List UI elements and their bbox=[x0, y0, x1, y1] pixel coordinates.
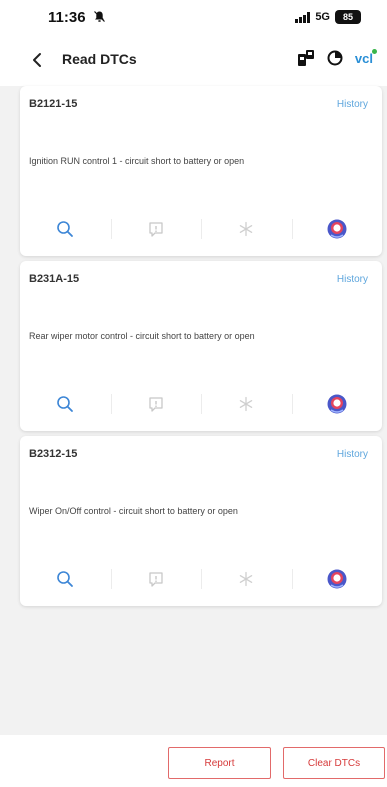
info-icon bbox=[149, 572, 163, 587]
assistant-icon bbox=[327, 219, 347, 239]
dtc-code: B2121-15 bbox=[29, 98, 78, 110]
history-link[interactable]: History bbox=[337, 99, 368, 110]
dtc-card: B2312-15 History Wiper On/Off control - … bbox=[20, 436, 382, 606]
assistant-icon bbox=[327, 394, 347, 414]
battery-icon: 85 bbox=[335, 10, 361, 24]
clear-dtcs-button[interactable]: Clear DTCs bbox=[283, 747, 385, 779]
history-link[interactable]: History bbox=[337, 449, 368, 460]
history-link[interactable]: History bbox=[337, 274, 368, 285]
freeze-frame-icon bbox=[240, 221, 253, 237]
assistant-button[interactable] bbox=[291, 564, 383, 594]
page-title: Read DTCs bbox=[62, 51, 137, 67]
search-icon bbox=[57, 396, 74, 412]
car-connection-icon[interactable] bbox=[327, 50, 343, 66]
info-icon bbox=[149, 222, 163, 237]
dtc-actions bbox=[20, 564, 382, 594]
freeze-frame-button[interactable] bbox=[201, 214, 292, 244]
bottom-action-bar: Report Clear DTCs bbox=[0, 735, 387, 787]
dtc-card: B2121-15 History Ignition RUN control 1 … bbox=[20, 86, 382, 256]
dtc-description: Ignition RUN control 1 - circuit short t… bbox=[29, 156, 245, 166]
dtc-code: B231A-15 bbox=[29, 273, 80, 285]
search-button[interactable] bbox=[20, 389, 111, 419]
freeze-frame-button[interactable] bbox=[201, 389, 292, 419]
dtc-actions bbox=[20, 214, 382, 244]
header-icons: vcl bbox=[297, 48, 377, 67]
report-button[interactable]: Report bbox=[168, 747, 271, 779]
freeze-frame-button[interactable] bbox=[201, 564, 292, 594]
back-arrow-icon[interactable] bbox=[30, 52, 44, 68]
mute-bell-icon bbox=[94, 11, 105, 22]
search-button[interactable] bbox=[20, 564, 111, 594]
info-button[interactable] bbox=[110, 564, 202, 594]
info-button[interactable] bbox=[110, 214, 202, 244]
search-button[interactable] bbox=[20, 214, 111, 244]
freeze-frame-icon bbox=[240, 571, 253, 587]
vci-connected-dot bbox=[372, 48, 377, 54]
info-button[interactable] bbox=[110, 389, 202, 419]
dtc-actions bbox=[20, 389, 382, 419]
status-indicators: 5G 85 bbox=[295, 10, 361, 24]
info-icon bbox=[149, 397, 163, 412]
search-icon bbox=[57, 571, 74, 587]
nav-bar: Read DTCs vcl bbox=[0, 34, 387, 86]
dtc-card: B231A-15 History Rear wiper motor contro… bbox=[20, 261, 382, 431]
freeze-frame-icon bbox=[240, 396, 253, 412]
dtc-code: B2312-15 bbox=[29, 448, 78, 460]
dtc-description: Rear wiper motor control - circuit short… bbox=[29, 331, 255, 341]
assistant-button[interactable] bbox=[291, 214, 383, 244]
assistant-button[interactable] bbox=[291, 389, 383, 419]
device-connect-icon[interactable] bbox=[297, 49, 315, 67]
search-icon bbox=[57, 221, 74, 237]
status-bar: 11:36 5G 85 bbox=[0, 0, 387, 34]
network-type: 5G bbox=[315, 11, 330, 23]
vci-status[interactable]: vcl bbox=[354, 48, 377, 66]
vci-label: vcl bbox=[354, 50, 373, 66]
status-time: 11:36 bbox=[48, 9, 86, 26]
signal-icon bbox=[295, 11, 311, 23]
assistant-icon bbox=[327, 569, 347, 589]
dtc-description: Wiper On/Off control - circuit short to … bbox=[29, 506, 238, 516]
